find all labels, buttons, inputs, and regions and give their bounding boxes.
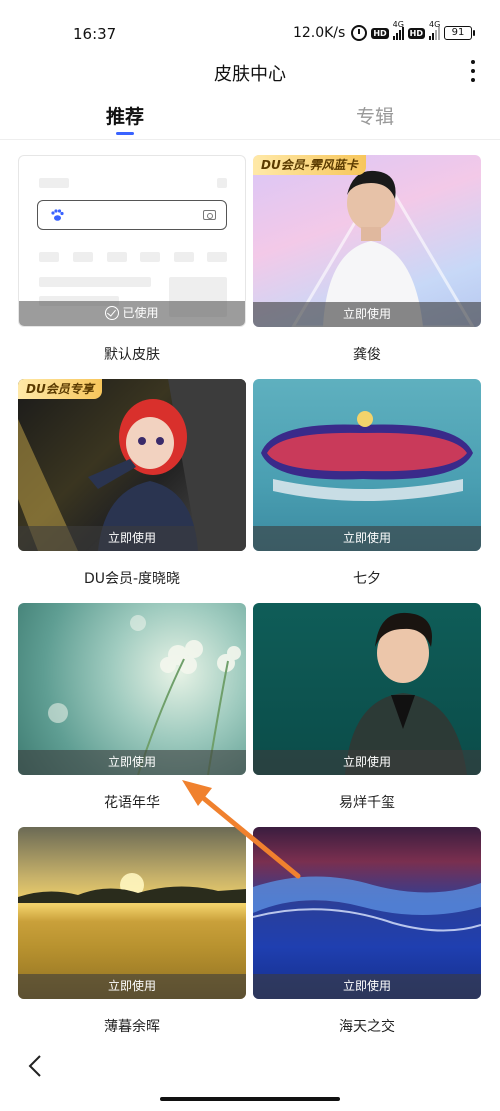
- skin-thumbnail[interactable]: 立即使用: [253, 827, 481, 999]
- bottom-nav: [0, 1040, 500, 1111]
- skin-thumbnail[interactable]: 已使用: [18, 155, 246, 327]
- skin-action-button[interactable]: 立即使用: [18, 526, 246, 551]
- skin-name: DU会员-度晓晓: [83, 571, 181, 587]
- signal-icon: 4G: [429, 20, 440, 40]
- skin-action-button[interactable]: 已使用: [19, 301, 245, 326]
- skin-thumbnail[interactable]: 立即使用: [253, 379, 481, 551]
- skin-action-button[interactable]: 立即使用: [253, 750, 481, 775]
- skin-thumbnail[interactable]: 立即使用: [253, 603, 481, 775]
- skin-thumbnail[interactable]: DU会员专享 立即使用: [18, 379, 246, 551]
- skin-name: 花语年华: [104, 795, 160, 811]
- skin-name: 易烊千玺: [339, 795, 395, 811]
- skin-action-button[interactable]: 立即使用: [253, 526, 481, 551]
- status-bar: 16:37 12.0K/s HD 4G HD 4G 91: [0, 0, 500, 50]
- skin-action-button[interactable]: 立即使用: [18, 974, 246, 999]
- tab-bar: 推荐 专辑: [0, 96, 500, 140]
- back-arrow-icon[interactable]: [26, 1054, 46, 1078]
- signal-icon: 4G: [392, 20, 404, 40]
- skin-name: 薄暮余晖: [104, 1019, 160, 1035]
- page-title: 皮肤中心: [214, 64, 286, 85]
- tab-indicator: [116, 132, 134, 135]
- camera-icon: [203, 210, 216, 220]
- home-indicator[interactable]: [160, 1097, 340, 1101]
- skin-name: 七夕: [353, 571, 381, 587]
- vip-tag: DU会员-霁风蓝卡: [253, 155, 366, 175]
- skin-action-label: 已使用: [122, 306, 159, 320]
- skin-thumbnail[interactable]: 立即使用: [18, 827, 246, 999]
- check-circle-icon: [105, 306, 120, 320]
- status-indicators: 12.0K/s HD 4G HD 4G 91: [292, 20, 475, 41]
- skin-name: 默认皮肤: [104, 347, 160, 363]
- search-box-preview: [37, 200, 227, 230]
- network-speed: 12.0K/s: [292, 25, 346, 41]
- alarm-icon: [351, 25, 368, 41]
- tab-recommend[interactable]: 推荐: [106, 102, 144, 129]
- skin-name: 龚俊: [353, 347, 381, 363]
- vip-tag: DU会员专享: [18, 379, 102, 399]
- skin-name: 海天之交: [339, 1019, 395, 1035]
- tab-album[interactable]: 专辑: [356, 102, 394, 129]
- network-type-label: 4G: [429, 20, 441, 29]
- skin-action-button[interactable]: 立即使用: [18, 750, 246, 775]
- skin-thumbnail[interactable]: 立即使用: [18, 603, 246, 775]
- skin-action-button[interactable]: 立即使用: [253, 302, 481, 327]
- more-vertical-icon[interactable]: [470, 60, 476, 82]
- network-type-label: 4G: [392, 20, 404, 29]
- hd-badge: HD: [407, 27, 425, 39]
- skin-thumbnail[interactable]: DU会员-霁风蓝卡 立即使用: [253, 155, 481, 327]
- baidu-paw-icon: [51, 209, 64, 221]
- status-time: 16:37: [73, 25, 117, 43]
- hd-badge: HD: [371, 27, 389, 39]
- battery-icon: 91: [444, 26, 475, 40]
- skin-action-button[interactable]: 立即使用: [253, 974, 481, 999]
- app-header: 皮肤中心: [0, 50, 500, 94]
